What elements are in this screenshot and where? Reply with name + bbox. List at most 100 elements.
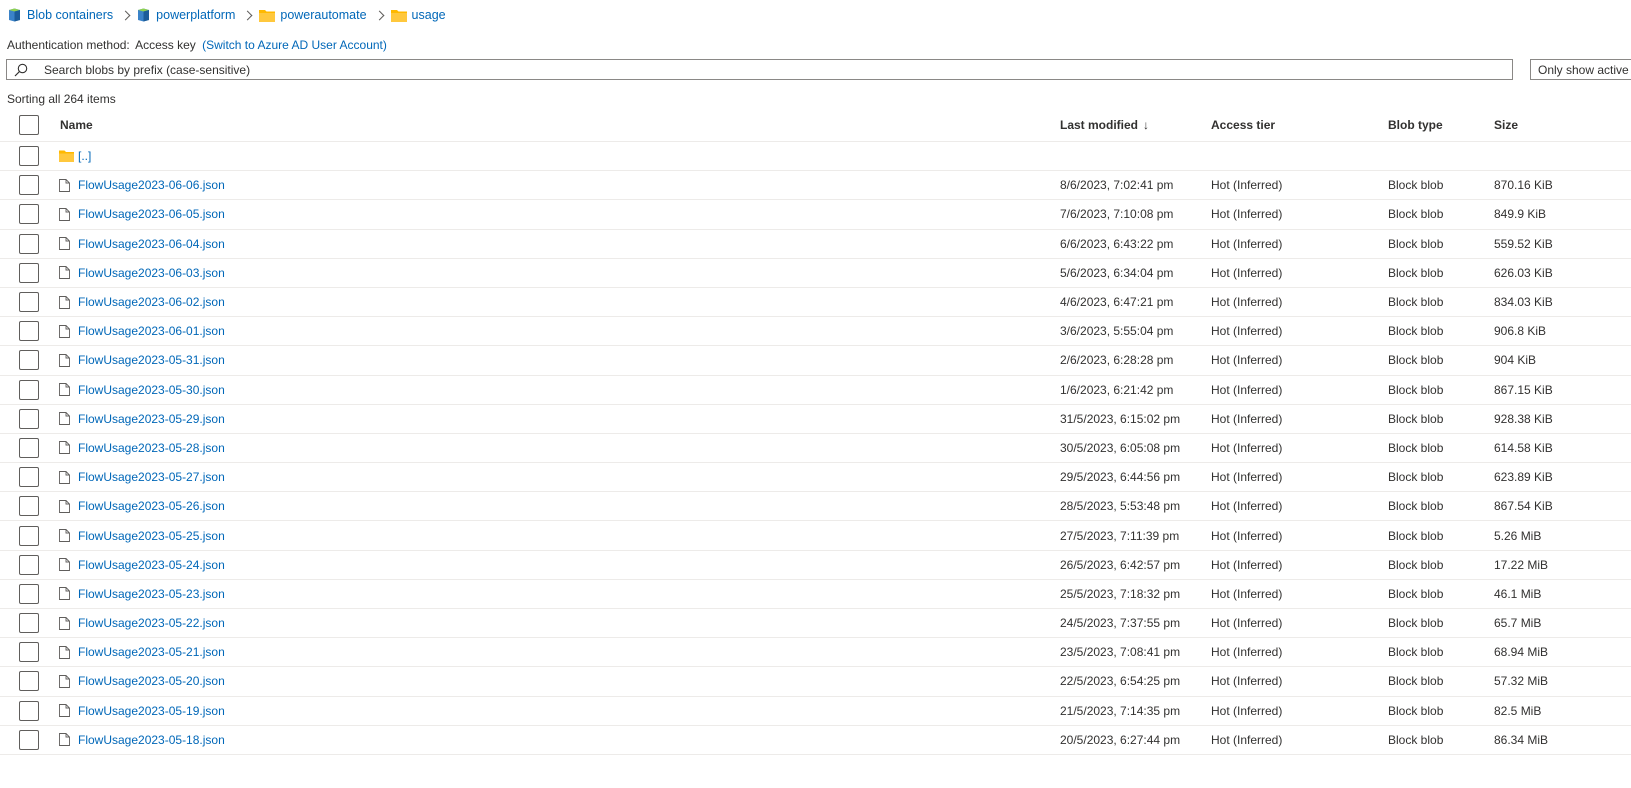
blob-name-link[interactable]: FlowUsage2023-06-05.json bbox=[78, 207, 225, 221]
blob-type-value: Block blob bbox=[1388, 295, 1444, 310]
access-tier-value: Hot (Inferred) bbox=[1211, 499, 1283, 514]
parent-folder-link[interactable]: [..] bbox=[78, 149, 91, 163]
blob-name-link[interactable]: FlowUsage2023-05-24.json bbox=[78, 558, 225, 572]
blob-name-link[interactable]: FlowUsage2023-05-27.json bbox=[78, 470, 225, 484]
blob-type-value: Block blob bbox=[1388, 324, 1444, 339]
row-checkbox[interactable] bbox=[19, 175, 39, 196]
row-checkbox[interactable] bbox=[19, 496, 39, 517]
row-checkbox[interactable] bbox=[19, 437, 39, 458]
breadcrumb-label[interactable]: usage bbox=[412, 8, 446, 22]
table-row[interactable]: FlowUsage2023-05-23.json 25/5/2023, 7:18:… bbox=[0, 580, 1631, 609]
table-row[interactable]: FlowUsage2023-05-30.json 1/6/2023, 6:21:4… bbox=[0, 376, 1631, 405]
column-header-name[interactable]: Name bbox=[60, 118, 93, 132]
table-row[interactable]: FlowUsage2023-05-18.json 20/5/2023, 6:27:… bbox=[0, 726, 1631, 755]
table-row[interactable]: FlowUsage2023-05-28.json 30/5/2023, 6:05:… bbox=[0, 434, 1631, 464]
blob-type-value: Block blob bbox=[1388, 440, 1444, 455]
file-icon bbox=[59, 353, 70, 367]
breadcrumb-label[interactable]: Blob containers bbox=[27, 8, 113, 22]
column-header-size[interactable]: Size bbox=[1494, 118, 1518, 132]
blob-name-link[interactable]: FlowUsage2023-06-01.json bbox=[78, 324, 225, 338]
table-row[interactable]: FlowUsage2023-05-25.json 27/5/2023, 7:11:… bbox=[0, 521, 1631, 551]
blob-name-link[interactable]: FlowUsage2023-06-03.json bbox=[78, 266, 225, 280]
blob-name-link[interactable]: FlowUsage2023-05-18.json bbox=[78, 733, 225, 747]
row-checkbox[interactable] bbox=[19, 583, 39, 604]
table-row[interactable]: FlowUsage2023-06-02.json 4/6/2023, 6:47:2… bbox=[0, 288, 1631, 318]
blob-name-link[interactable]: FlowUsage2023-05-20.json bbox=[78, 674, 225, 688]
row-checkbox[interactable] bbox=[19, 408, 39, 429]
column-header-blob-type[interactable]: Blob type bbox=[1388, 118, 1443, 132]
row-checkbox[interactable] bbox=[19, 554, 39, 575]
access-tier-value: Hot (Inferred) bbox=[1211, 295, 1283, 310]
breadcrumb-item-usage[interactable]: usage bbox=[390, 8, 446, 22]
row-checkbox[interactable] bbox=[19, 525, 39, 546]
access-tier-value: Hot (Inferred) bbox=[1211, 324, 1283, 339]
table-row[interactable]: FlowUsage2023-05-27.json 29/5/2023, 6:44:… bbox=[0, 463, 1631, 493]
switch-auth-link[interactable]: (Switch to Azure AD User Account) bbox=[202, 38, 387, 52]
table-row[interactable]: FlowUsage2023-06-03.json 5/6/2023, 6:34:0… bbox=[0, 259, 1631, 288]
blob-name-link[interactable]: FlowUsage2023-05-21.json bbox=[78, 645, 225, 659]
blob-name-link[interactable]: FlowUsage2023-05-23.json bbox=[78, 587, 225, 601]
select-all-checkbox[interactable] bbox=[19, 114, 39, 135]
row-checkbox[interactable] bbox=[19, 262, 39, 283]
row-checkbox[interactable] bbox=[19, 613, 39, 634]
breadcrumb-item-powerautomate[interactable]: powerautomate bbox=[259, 8, 367, 22]
breadcrumb-item-blob-containers[interactable]: Blob containers bbox=[8, 8, 113, 22]
blob-name-link[interactable]: FlowUsage2023-05-19.json bbox=[78, 704, 225, 718]
only-show-active-blobs-button[interactable]: Only show active blobs bbox=[1530, 59, 1631, 80]
blob-name-link[interactable]: FlowUsage2023-05-30.json bbox=[78, 383, 225, 397]
blob-name-link[interactable]: FlowUsage2023-05-26.json bbox=[78, 499, 225, 513]
breadcrumb-item-powerplatform[interactable]: powerplatform bbox=[137, 8, 235, 22]
blob-name-link[interactable]: FlowUsage2023-06-02.json bbox=[78, 295, 225, 309]
table-row[interactable]: FlowUsage2023-06-05.json 7/6/2023, 7:10:0… bbox=[0, 200, 1631, 230]
blob-name-link[interactable]: FlowUsage2023-05-31.json bbox=[78, 353, 225, 367]
blob-type-value: Block blob bbox=[1388, 586, 1444, 601]
row-checkbox[interactable] bbox=[19, 729, 39, 750]
breadcrumb-label[interactable]: powerautomate bbox=[280, 8, 366, 22]
blob-name-link[interactable]: FlowUsage2023-06-06.json bbox=[78, 178, 225, 192]
size-value: 906.8 KiB bbox=[1494, 324, 1547, 339]
table-row[interactable]: FlowUsage2023-05-19.json 21/5/2023, 7:14:… bbox=[0, 697, 1631, 726]
row-checkbox[interactable] bbox=[19, 467, 39, 488]
row-checkbox[interactable] bbox=[19, 292, 39, 313]
access-tier-value: Hot (Inferred) bbox=[1211, 178, 1283, 193]
row-checkbox[interactable] bbox=[19, 379, 39, 400]
search-box[interactable] bbox=[6, 59, 1513, 80]
file-icon bbox=[59, 266, 70, 280]
table-row[interactable]: FlowUsage2023-06-06.json 8/6/2023, 7:02:4… bbox=[0, 171, 1631, 201]
row-checkbox[interactable] bbox=[19, 700, 39, 721]
size-value: 928.38 KiB bbox=[1494, 411, 1553, 426]
column-header-access-tier[interactable]: Access tier bbox=[1211, 118, 1275, 132]
breadcrumb-label[interactable]: powerplatform bbox=[156, 8, 235, 22]
table-row-parent-folder[interactable]: [..] bbox=[0, 142, 1631, 172]
table-row[interactable]: FlowUsage2023-06-01.json 3/6/2023, 5:55:0… bbox=[0, 317, 1631, 347]
access-tier-value: Hot (Inferred) bbox=[1211, 236, 1283, 251]
access-tier-value: Hot (Inferred) bbox=[1211, 411, 1283, 426]
access-tier-value: Hot (Inferred) bbox=[1211, 470, 1283, 485]
row-checkbox[interactable] bbox=[19, 321, 39, 342]
blob-type-value: Block blob bbox=[1388, 732, 1444, 747]
blob-name-link[interactable]: FlowUsage2023-06-04.json bbox=[78, 237, 225, 251]
row-checkbox[interactable] bbox=[19, 146, 39, 167]
column-header-last-modified[interactable]: Last modified ↓ bbox=[1060, 108, 1149, 141]
blob-name-link[interactable]: FlowUsage2023-05-29.json bbox=[78, 412, 225, 426]
table-row[interactable]: FlowUsage2023-05-29.json 31/5/2023, 6:15:… bbox=[0, 405, 1631, 434]
blob-name-link[interactable]: FlowUsage2023-05-28.json bbox=[78, 441, 225, 455]
blob-name-link[interactable]: FlowUsage2023-05-22.json bbox=[78, 616, 225, 630]
search-input[interactable] bbox=[44, 62, 1504, 77]
table-row[interactable]: FlowUsage2023-05-20.json 22/5/2023, 6:54:… bbox=[0, 667, 1631, 697]
table-row[interactable]: FlowUsage2023-05-26.json 28/5/2023, 5:53:… bbox=[0, 492, 1631, 522]
table-row[interactable]: FlowUsage2023-05-31.json 2/6/2023, 6:28:2… bbox=[0, 346, 1631, 376]
file-icon bbox=[59, 295, 70, 309]
table-row[interactable]: FlowUsage2023-06-04.json 6/6/2023, 6:43:2… bbox=[0, 230, 1631, 259]
row-checkbox[interactable] bbox=[19, 671, 39, 692]
table-row[interactable]: FlowUsage2023-05-24.json 26/5/2023, 6:42:… bbox=[0, 551, 1631, 580]
size-value: 849.9 KiB bbox=[1494, 207, 1547, 222]
blob-name-link[interactable]: FlowUsage2023-05-25.json bbox=[78, 529, 225, 543]
row-checkbox[interactable] bbox=[19, 350, 39, 371]
table-row[interactable]: FlowUsage2023-05-22.json 24/5/2023, 7:37:… bbox=[0, 609, 1631, 639]
row-checkbox[interactable] bbox=[19, 204, 39, 225]
row-checkbox[interactable] bbox=[19, 233, 39, 254]
sort-descending-icon: ↓ bbox=[1143, 117, 1150, 132]
table-row[interactable]: FlowUsage2023-05-21.json 23/5/2023, 7:08:… bbox=[0, 638, 1631, 668]
row-checkbox[interactable] bbox=[19, 642, 39, 663]
